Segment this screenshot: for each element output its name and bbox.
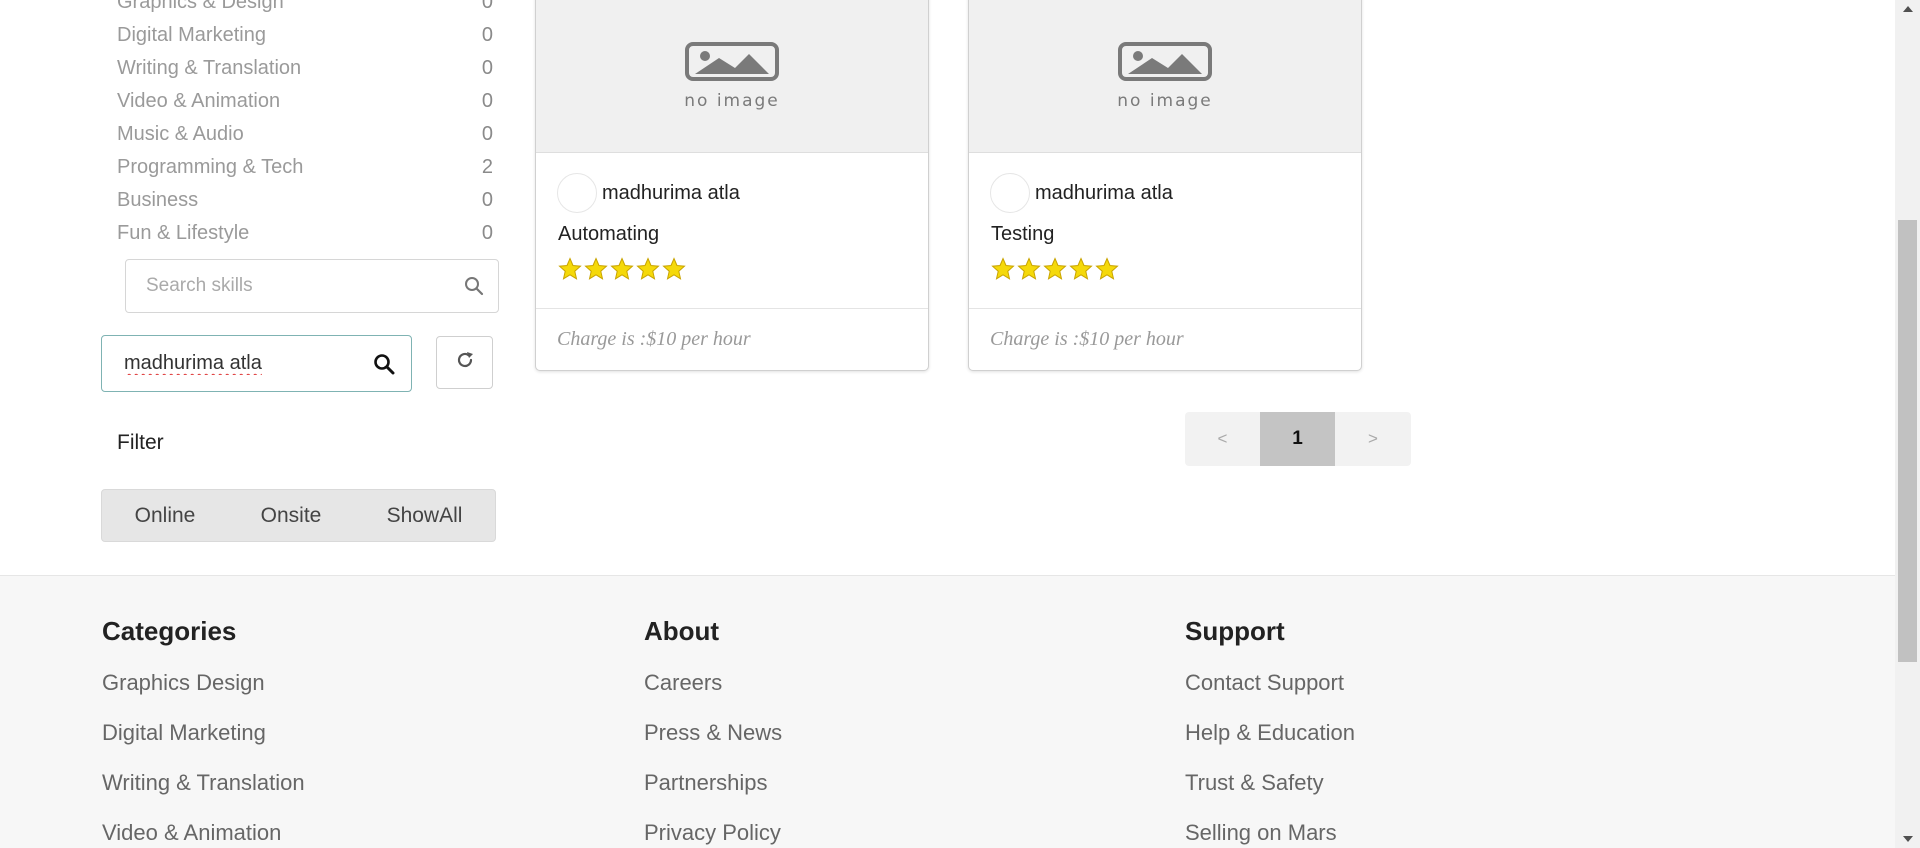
star-icon bbox=[636, 257, 660, 280]
rating-stars bbox=[558, 257, 928, 281]
category-count: 0 bbox=[481, 189, 493, 211]
footer-link[interactable]: Contact Support bbox=[1185, 669, 1355, 719]
gig-card[interactable]: no image madhurima atla Testing Charge i… bbox=[968, 0, 1362, 371]
category-list: Graphics & Design 0 Digital Marketing 0 … bbox=[117, 0, 495, 250]
footer-link[interactable]: Digital Marketing bbox=[102, 719, 305, 769]
scroll-down-arrow-icon[interactable] bbox=[1903, 836, 1913, 842]
star-icon bbox=[662, 257, 686, 280]
seller-name[interactable]: madhurima atla bbox=[1035, 182, 1173, 205]
footer-column-about: About Careers Press & News Partnerships … bbox=[644, 616, 782, 848]
footer-link[interactable]: Selling on Mars bbox=[1185, 819, 1355, 848]
footer-link[interactable]: Writing & Translation bbox=[102, 769, 305, 819]
category-item[interactable]: Graphics & Design 0 bbox=[117, 0, 495, 19]
filter-label: Filter bbox=[117, 431, 164, 454]
pagination: < 1 > bbox=[1185, 412, 1411, 466]
site-footer: Categories Graphics Design Digital Marke… bbox=[0, 575, 1895, 848]
category-label: Music & Audio bbox=[117, 123, 244, 145]
avatar bbox=[557, 173, 597, 213]
category-item[interactable]: Writing & Translation 0 bbox=[117, 52, 495, 85]
seller-info: madhurima atla bbox=[557, 173, 928, 213]
category-item[interactable]: Music & Audio 0 bbox=[117, 118, 495, 151]
footer-link[interactable]: Careers bbox=[644, 669, 782, 719]
category-label: Video & Animation bbox=[117, 90, 281, 112]
footer-link[interactable]: Help & Education bbox=[1185, 719, 1355, 769]
category-label: Writing & Translation bbox=[117, 57, 302, 79]
category-item[interactable]: Digital Marketing 0 bbox=[117, 19, 495, 52]
category-count: 2 bbox=[481, 156, 493, 178]
filter-online-button[interactable]: Online bbox=[102, 490, 228, 541]
filter-onsite-button[interactable]: Onsite bbox=[228, 490, 354, 541]
page-viewport: Graphics & Design 0 Digital Marketing 0 … bbox=[0, 0, 1895, 848]
seller-info: madhurima atla bbox=[990, 173, 1361, 213]
pagination-next-button[interactable]: > bbox=[1335, 412, 1411, 466]
category-count: 0 bbox=[481, 222, 493, 244]
no-image-text: no image bbox=[1117, 91, 1213, 111]
no-image-text: no image bbox=[684, 91, 780, 111]
star-icon bbox=[1043, 257, 1067, 280]
gig-card[interactable]: no image madhurima atla Automating Charg… bbox=[535, 0, 929, 371]
category-item[interactable]: Fun & Lifestyle 0 bbox=[117, 217, 495, 250]
footer-link[interactable]: Trust & Safety bbox=[1185, 769, 1355, 819]
footer-column-categories: Categories Graphics Design Digital Marke… bbox=[102, 616, 305, 848]
pagination-page-1[interactable]: 1 bbox=[1260, 412, 1335, 466]
gig-title[interactable]: Testing bbox=[991, 223, 1361, 246]
category-label: Graphics & Design bbox=[117, 0, 284, 13]
category-label: Fun & Lifestyle bbox=[117, 222, 250, 244]
scrollbar-thumb[interactable] bbox=[1898, 220, 1917, 662]
star-icon bbox=[1069, 257, 1093, 280]
category-label: Programming & Tech bbox=[117, 156, 304, 178]
gig-charge: Charge is :$10 per hour bbox=[969, 308, 1361, 370]
footer-heading: About bbox=[644, 616, 720, 646]
skill-search-box bbox=[125, 259, 499, 313]
category-item[interactable]: Programming & Tech 2 bbox=[117, 151, 495, 184]
star-icon bbox=[1095, 257, 1119, 280]
category-count: 0 bbox=[481, 123, 493, 145]
refresh-button[interactable] bbox=[436, 336, 493, 389]
gig-charge: Charge is :$10 per hour bbox=[536, 308, 928, 370]
footer-link[interactable]: Graphics Design bbox=[102, 669, 305, 719]
gig-title[interactable]: Automating bbox=[558, 223, 928, 246]
name-search-input[interactable] bbox=[124, 352, 344, 375]
category-count: 0 bbox=[481, 57, 493, 79]
star-icon bbox=[991, 257, 1015, 280]
name-search-box bbox=[101, 335, 412, 392]
image-placeholder-icon bbox=[685, 42, 779, 87]
skill-search-input[interactable] bbox=[146, 275, 446, 297]
vertical-scrollbar[interactable] bbox=[1895, 0, 1920, 848]
pagination-prev-button[interactable]: < bbox=[1185, 412, 1260, 466]
footer-link[interactable]: Press & News bbox=[644, 719, 782, 769]
star-icon bbox=[610, 257, 634, 280]
refresh-icon bbox=[455, 350, 475, 375]
footer-link[interactable]: Partnerships bbox=[644, 769, 782, 819]
category-label: Business bbox=[117, 189, 199, 211]
image-placeholder-icon bbox=[1118, 42, 1212, 87]
category-item[interactable]: Video & Animation 0 bbox=[117, 85, 495, 118]
seller-name[interactable]: madhurima atla bbox=[602, 182, 740, 205]
filter-showall-button[interactable]: ShowAll bbox=[354, 490, 495, 541]
star-icon bbox=[1017, 257, 1041, 280]
category-count: 0 bbox=[481, 90, 493, 112]
search-icon[interactable] bbox=[464, 276, 484, 301]
scroll-up-arrow-icon[interactable] bbox=[1903, 6, 1913, 12]
category-count: 0 bbox=[481, 0, 493, 13]
category-item[interactable]: Business 0 bbox=[117, 184, 495, 217]
footer-column-support: Support Contact Support Help & Education… bbox=[1185, 616, 1355, 848]
footer-link[interactable]: Video & Animation bbox=[102, 819, 305, 848]
category-count: 0 bbox=[481, 24, 493, 46]
avatar bbox=[990, 173, 1030, 213]
star-icon bbox=[584, 257, 608, 280]
footer-heading: Categories bbox=[102, 616, 237, 646]
category-label: Digital Marketing bbox=[117, 24, 266, 46]
rating-stars bbox=[991, 257, 1361, 281]
star-icon bbox=[558, 257, 582, 280]
footer-link[interactable]: Privacy Policy bbox=[644, 819, 782, 848]
filter-button-group: Online Onsite ShowAll bbox=[101, 489, 496, 542]
footer-heading: Support bbox=[1185, 616, 1285, 646]
gig-thumbnail: no image bbox=[536, 0, 928, 153]
search-icon[interactable] bbox=[373, 353, 395, 380]
gig-thumbnail: no image bbox=[969, 0, 1361, 153]
